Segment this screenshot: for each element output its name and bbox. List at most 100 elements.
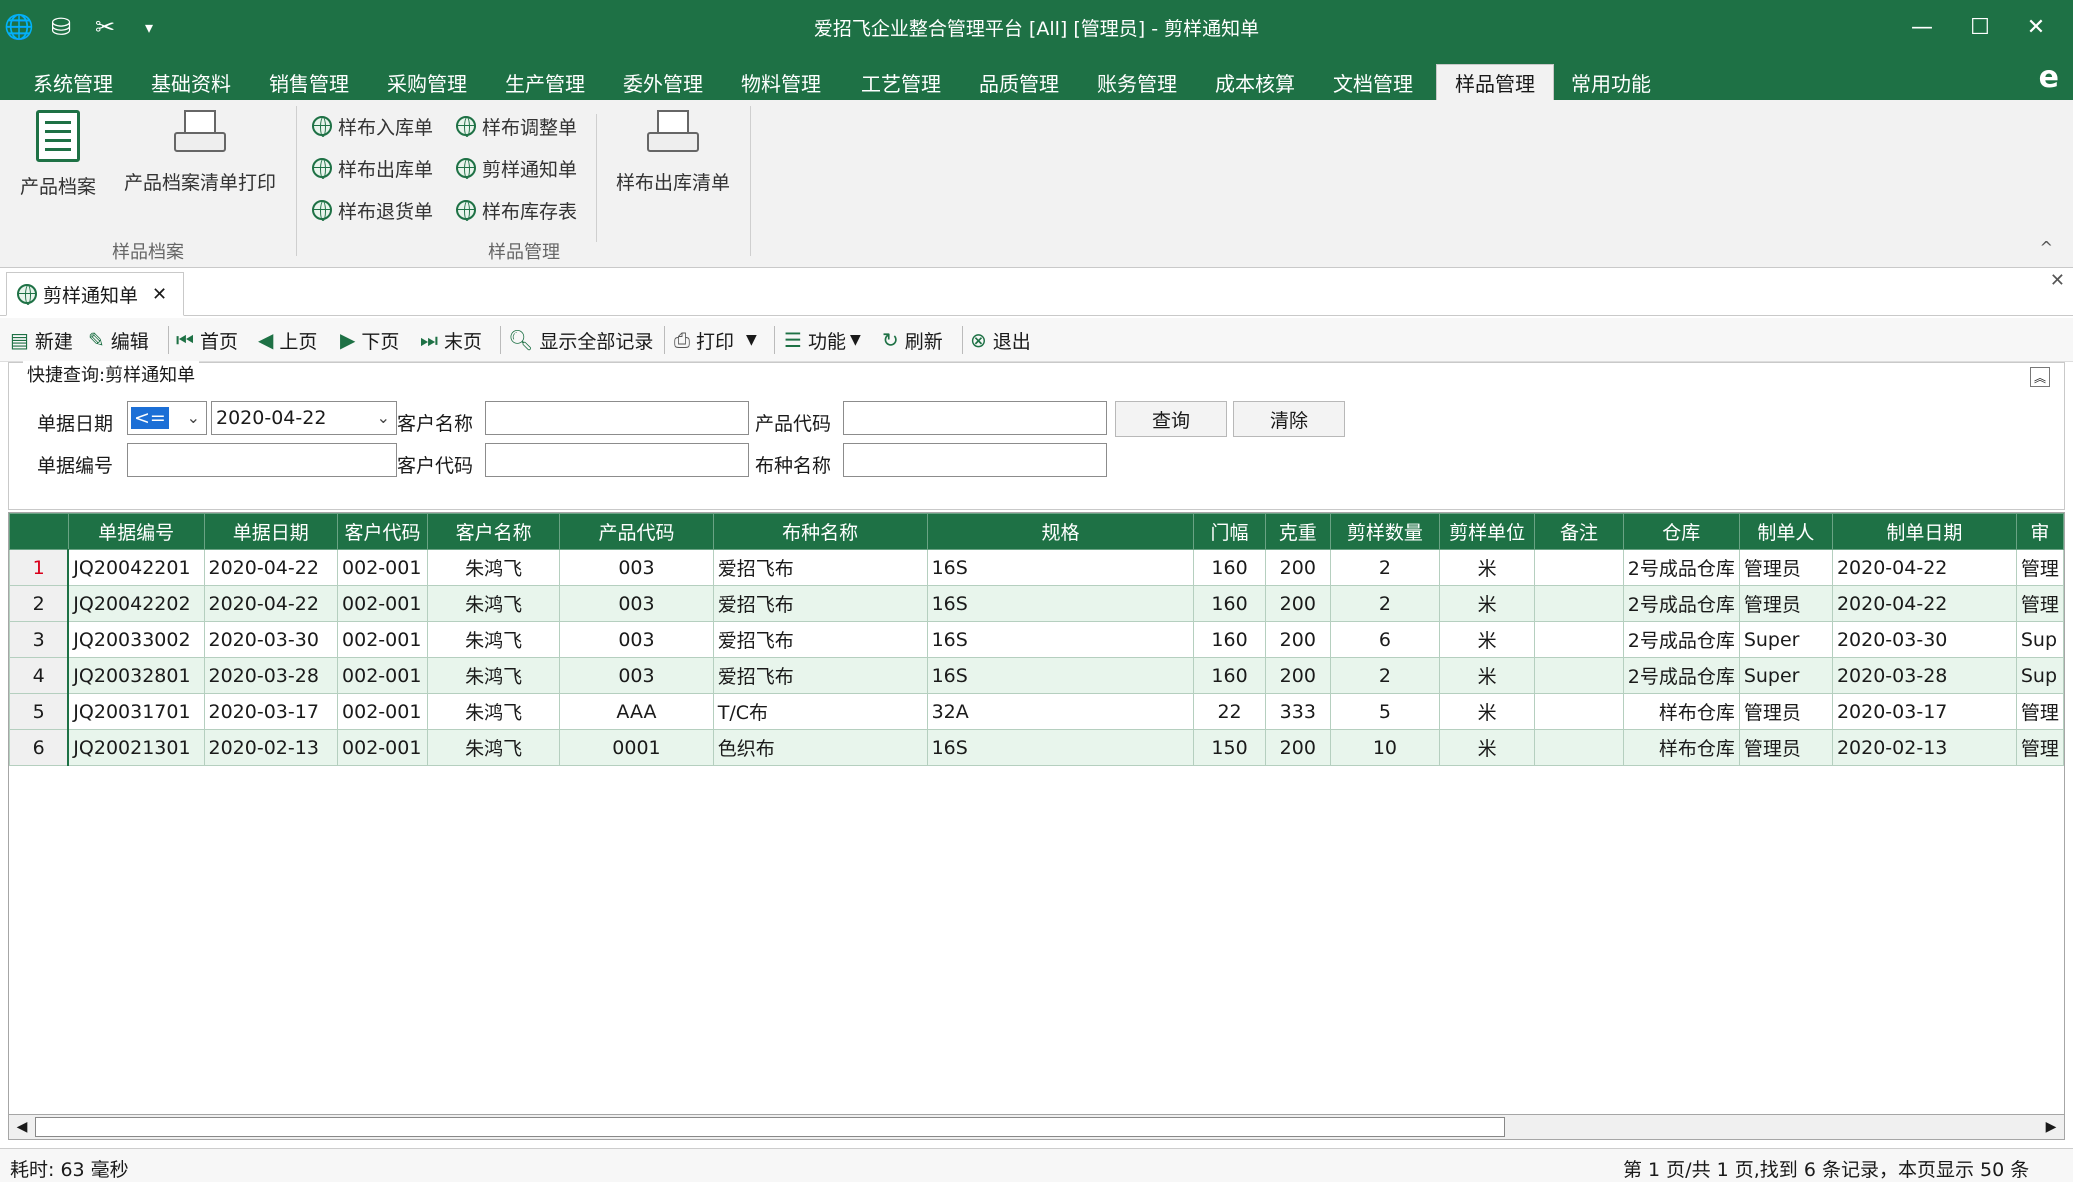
edit-button[interactable]: ✎ 编辑 <box>88 324 149 356</box>
column-header[interactable]: 制单日期 <box>1831 513 2017 550</box>
scroll-left-icon[interactable]: ◀ <box>11 1117 33 1137</box>
menu-tab-process[interactable]: 工艺管理 <box>850 64 952 100</box>
cell-cust_code[interactable]: 002-001 <box>337 729 428 766</box>
new-button[interactable]: ▤ 新建 <box>10 324 73 356</box>
exit-button[interactable]: ⊗ 退出 <box>970 324 1031 356</box>
next-page-button[interactable]: ▶ 下页 <box>340 324 399 356</box>
collapse-icon[interactable]: ︽ <box>2030 367 2050 387</box>
cell-no[interactable]: JQ20031701 <box>67 693 205 730</box>
menu-tab-outsource[interactable]: 委外管理 <box>612 64 714 100</box>
cell-fabric[interactable]: 爱招飞布 <box>712 585 928 622</box>
product-archive-button[interactable]: 产品档案 <box>12 110 104 199</box>
cell-qty[interactable]: 2 <box>1329 585 1440 622</box>
horizontal-scrollbar[interactable]: ◀ ▶ <box>8 1114 2065 1140</box>
date-picker[interactable]: 2020-04-22 ⌄ <box>211 401 397 435</box>
cell-unit[interactable]: 米 <box>1438 585 1536 622</box>
prev-page-button[interactable]: ◀ 上页 <box>258 324 317 356</box>
cell-spec[interactable]: 16S <box>926 657 1195 694</box>
cell-prod[interactable]: AAA <box>559 693 714 730</box>
customer-name-input[interactable] <box>485 401 749 435</box>
cell-aud[interactable]: Sup <box>2015 657 2064 694</box>
cell-width[interactable]: 160 <box>1193 549 1266 586</box>
cell-prod[interactable]: 003 <box>559 621 714 658</box>
cell-qty[interactable]: 2 <box>1329 657 1440 694</box>
cell-no[interactable]: JQ20033002 <box>67 621 205 658</box>
cell-width[interactable]: 160 <box>1193 621 1266 658</box>
cell-no[interactable]: JQ20032801 <box>67 657 205 694</box>
cell-prod[interactable]: 0001 <box>559 729 714 766</box>
row-number[interactable]: 5 <box>9 693 70 730</box>
menu-tab-system[interactable]: 系统管理 <box>22 64 124 100</box>
table-row[interactable]: 6 JQ20021301 2020-02-13 002-001 朱鸿飞 0001 色织布 16… <box>9 729 2064 766</box>
column-header[interactable]: 仓库 <box>1622 513 1740 550</box>
cell-aud[interactable]: 管理 <box>2015 585 2064 622</box>
cell-fabric[interactable]: 爱招飞布 <box>712 657 928 694</box>
maximize-button[interactable]: ☐ <box>1958 10 2002 44</box>
function-button[interactable]: ☰ 功能 ▼ <box>784 324 861 356</box>
cell-note[interactable] <box>1534 585 1624 622</box>
cell-mdate[interactable]: 2020-04-22 <box>1831 549 2017 586</box>
row-number[interactable]: 2 <box>9 585 70 622</box>
cell-wh[interactable]: 2号成品仓库 <box>1622 657 1740 694</box>
cell-mdate[interactable]: 2020-03-28 <box>1831 657 2017 694</box>
cell-cust_code[interactable]: 002-001 <box>337 549 428 586</box>
table-row[interactable]: 4 JQ20032801 2020-03-28 002-001 朱鸿飞 003 爱招飞布 16… <box>9 657 2064 694</box>
cell-date[interactable]: 2020-04-22 <box>203 549 339 586</box>
column-header[interactable]: 制单人 <box>1738 513 1833 550</box>
cell-weight[interactable]: 200 <box>1264 549 1331 586</box>
cell-unit[interactable]: 米 <box>1438 729 1536 766</box>
cell-cust_name[interactable]: 朱鸿飞 <box>426 585 561 622</box>
cell-note[interactable] <box>1534 657 1624 694</box>
row-number[interactable]: 4 <box>9 657 70 694</box>
cell-cust_code[interactable]: 002-001 <box>337 693 428 730</box>
cell-mdate[interactable]: 2020-04-22 <box>1831 585 2017 622</box>
search-button[interactable]: 查询 <box>1115 401 1227 437</box>
table-row[interactable]: 2 JQ20042202 2020-04-22 002-001 朱鸿飞 003 爱招飞布 16… <box>9 585 2064 622</box>
cell-fabric[interactable]: T/C布 <box>712 693 928 730</box>
sample-out-list-button[interactable]: 样布出库清单 <box>608 110 738 195</box>
cell-unit[interactable]: 米 <box>1438 621 1536 658</box>
fabric-name-input[interactable] <box>843 443 1107 477</box>
first-page-button[interactable]: ⏮ 首页 <box>176 324 238 356</box>
cell-wh[interactable]: 2号成品仓库 <box>1622 549 1740 586</box>
close-all-tabs-icon[interactable]: ✕ <box>2050 270 2065 291</box>
help-icon[interactable]: e <box>2039 60 2059 95</box>
column-header[interactable]: 产品代码 <box>559 513 714 550</box>
table-row[interactable]: 1 JQ20042201 2020-04-22 002-001 朱鸿飞 003 爱招飞布 16… <box>9 549 2064 586</box>
cell-prod[interactable]: 003 <box>559 549 714 586</box>
cell-note[interactable] <box>1534 693 1624 730</box>
column-header-rownum[interactable] <box>9 513 69 550</box>
cell-qty[interactable]: 2 <box>1329 549 1440 586</box>
menu-tab-quality[interactable]: 品质管理 <box>968 64 1070 100</box>
cell-aud[interactable]: 管理 <box>2015 549 2064 586</box>
scrollbar-thumb[interactable] <box>35 1117 1505 1137</box>
column-header[interactable]: 剪样单位 <box>1438 513 1536 550</box>
cell-width[interactable]: 160 <box>1193 657 1266 694</box>
print-button[interactable]: ⎙ 打印 ▼ <box>674 324 757 356</box>
menu-tab-production[interactable]: 生产管理 <box>494 64 596 100</box>
ribbon-item-sample-return[interactable]: 样布退货单 <box>312 196 433 224</box>
row-number[interactable]: 3 <box>9 621 70 658</box>
ribbon-item-cut-notice[interactable]: 剪样通知单 <box>456 154 577 182</box>
cell-cust_name[interactable]: 朱鸿飞 <box>426 729 561 766</box>
cell-maker[interactable]: 管理员 <box>1738 729 1833 766</box>
menu-tab-basic[interactable]: 基础资料 <box>140 64 242 100</box>
menu-tab-accounts[interactable]: 账务管理 <box>1086 64 1188 100</box>
cell-mdate[interactable]: 2020-02-13 <box>1831 729 2017 766</box>
last-page-button[interactable]: ⏭ 末页 <box>420 324 482 356</box>
cell-aud[interactable]: Sup <box>2015 621 2064 658</box>
cell-cust_name[interactable]: 朱鸿飞 <box>426 657 561 694</box>
cell-maker[interactable]: 管理员 <box>1738 549 1833 586</box>
cell-width[interactable]: 22 <box>1193 693 1266 730</box>
menu-tab-purchase[interactable]: 采购管理 <box>376 64 478 100</box>
scroll-right-icon[interactable]: ▶ <box>2040 1117 2062 1137</box>
product-code-input[interactable] <box>843 401 1107 435</box>
menu-tab-samples[interactable]: 样品管理 <box>1436 64 1554 100</box>
cell-no[interactable]: JQ20021301 <box>67 729 205 766</box>
cell-unit[interactable]: 米 <box>1438 549 1536 586</box>
product-archive-print-button[interactable]: 产品档案清单打印 <box>118 110 282 195</box>
cell-date[interactable]: 2020-03-28 <box>203 657 339 694</box>
column-header[interactable]: 剪样数量 <box>1329 513 1440 550</box>
ribbon-item-sample-stock[interactable]: 样布库存表 <box>456 196 577 224</box>
cell-unit[interactable]: 米 <box>1438 657 1536 694</box>
